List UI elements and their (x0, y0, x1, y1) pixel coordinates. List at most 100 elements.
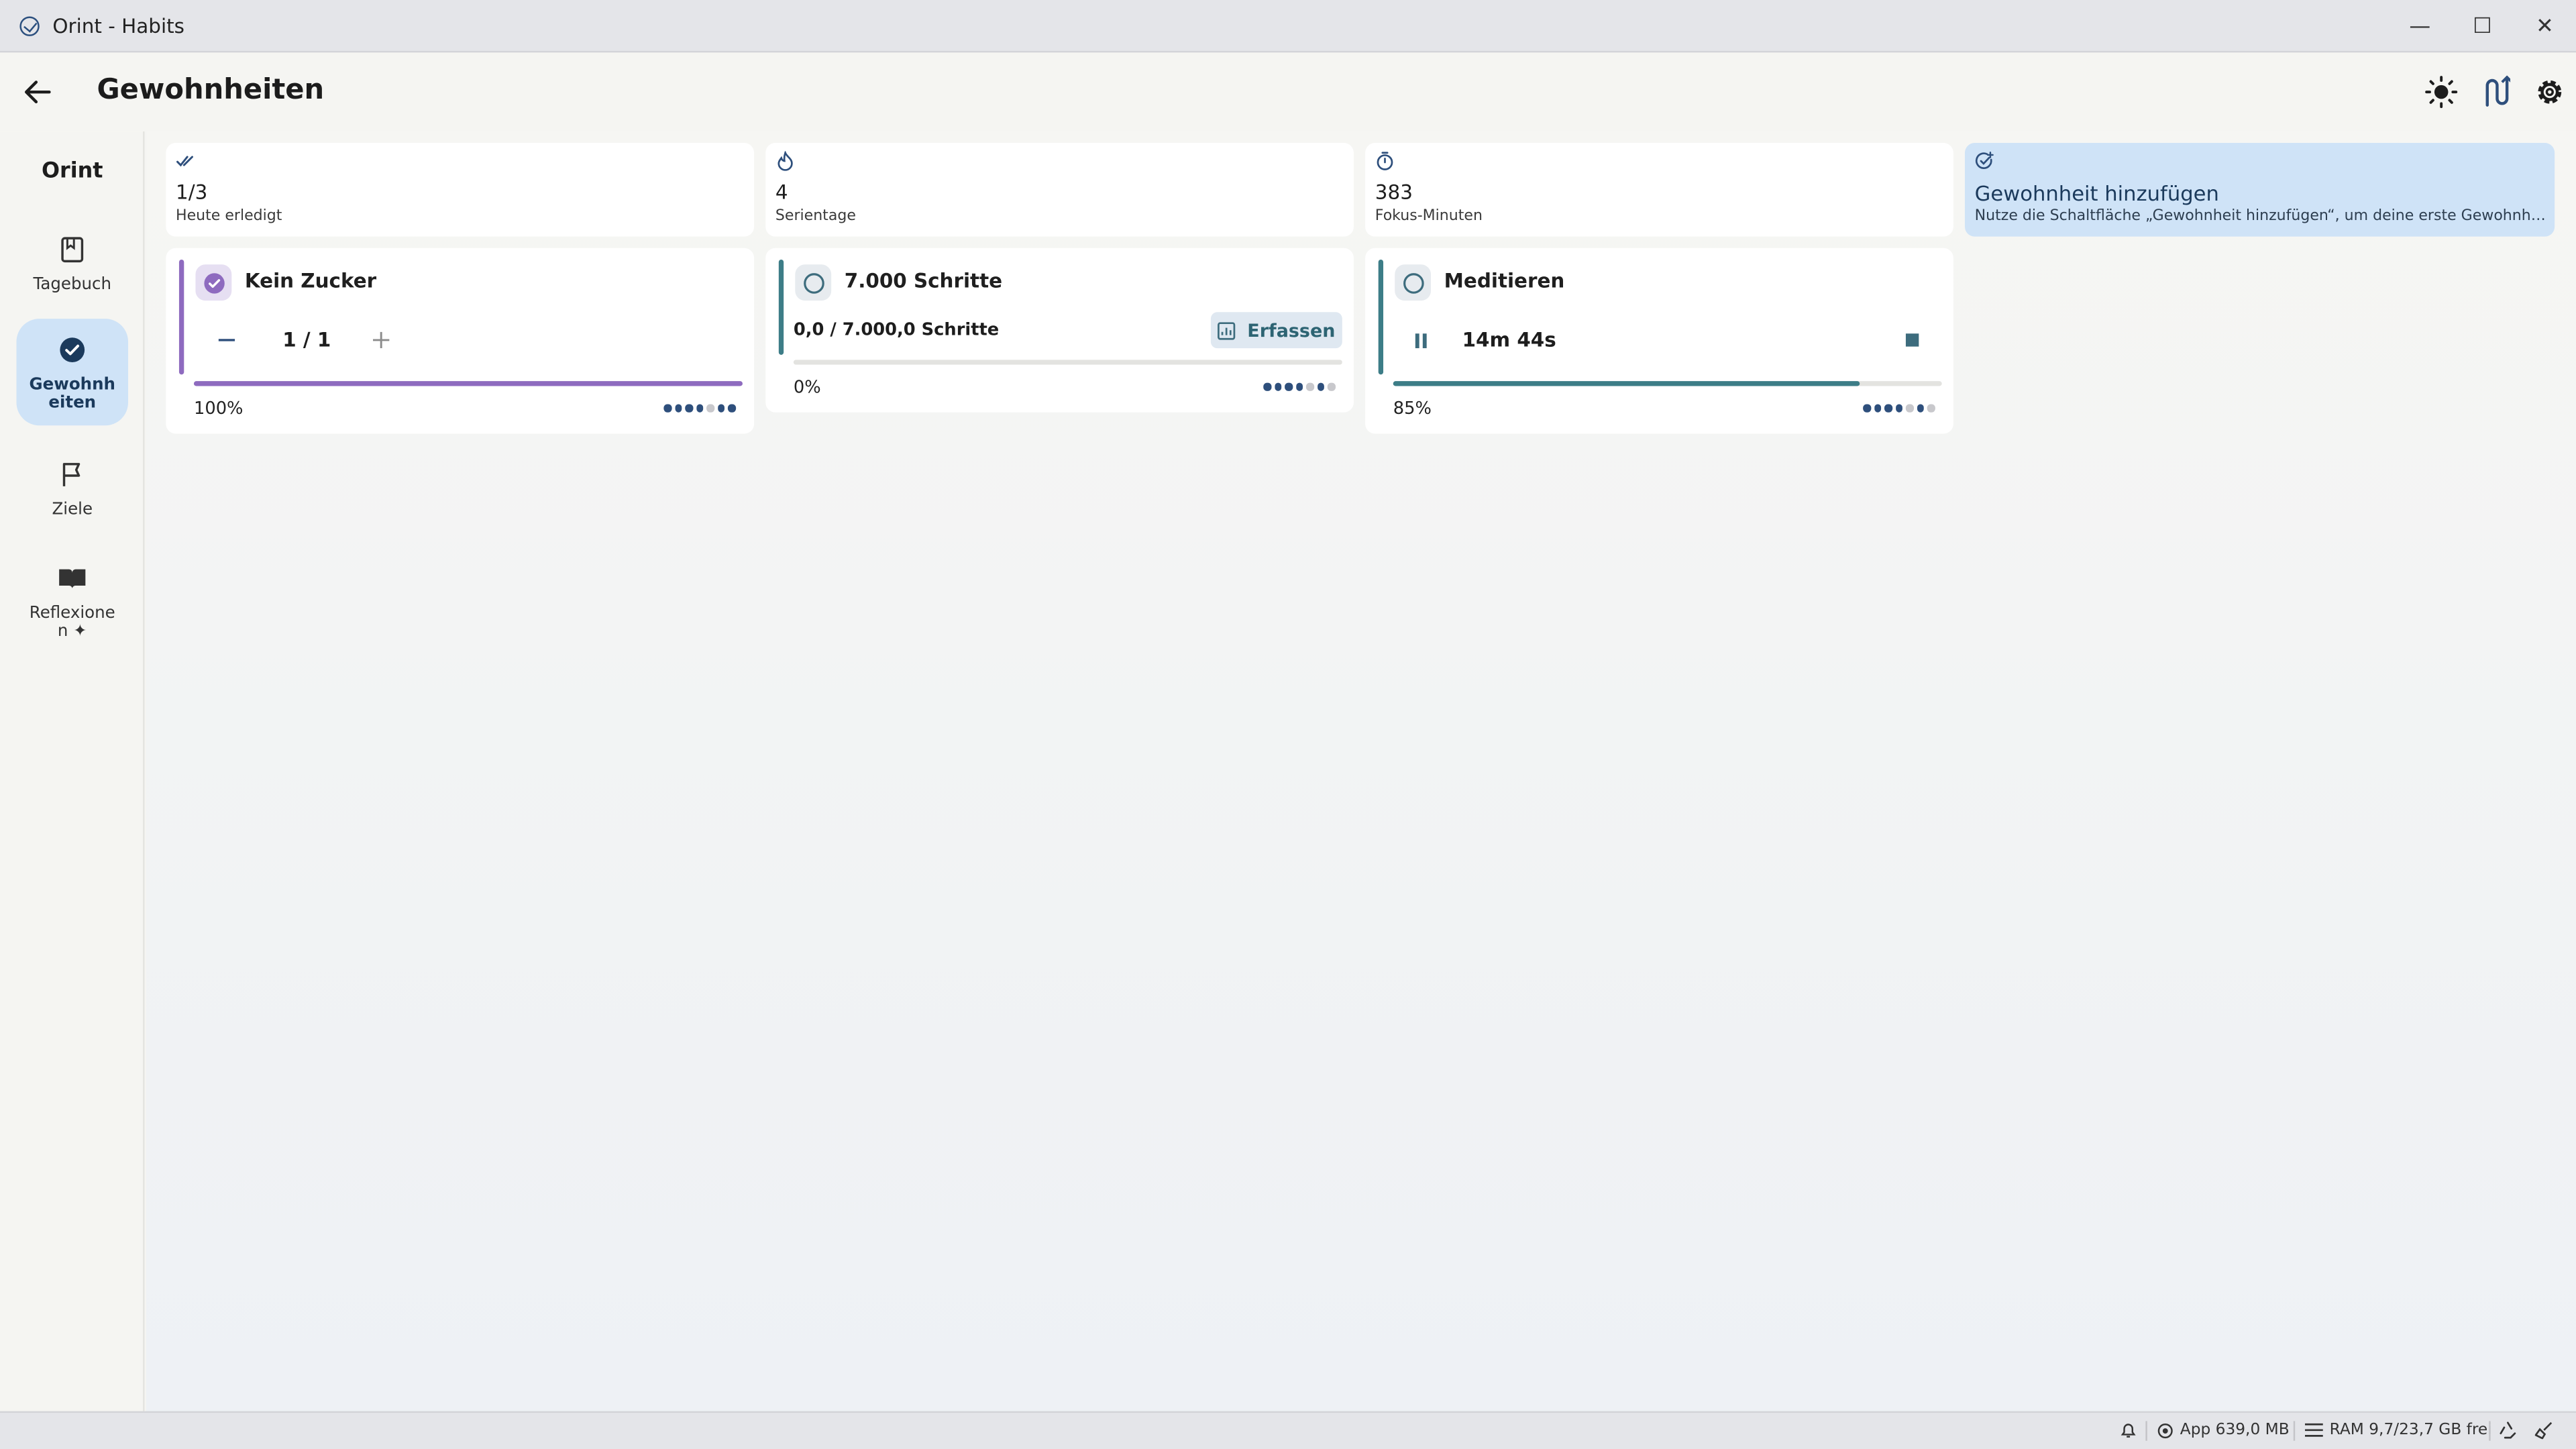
stat-label: Heute erledigt (176, 209, 282, 225)
double-check-icon (176, 156, 194, 167)
habit-card-schritte[interactable]: 7.000 Schritte 0,0 / 7.000,0 Schritte Er… (765, 248, 1354, 413)
history-dot (1263, 382, 1271, 390)
history-dot (1327, 382, 1335, 390)
stop-button[interactable] (1899, 327, 1925, 353)
window-titlebar: Orint - Habits — ☐ ✕ (0, 0, 2576, 53)
history-dot (716, 404, 725, 412)
status-separator (2293, 1421, 2296, 1441)
bell-icon (2121, 1424, 2136, 1438)
history-dot (1905, 404, 1913, 412)
settings-button[interactable] (2530, 72, 2569, 112)
history-dot (706, 404, 714, 412)
increment-button[interactable] (370, 323, 392, 356)
history-dot (674, 404, 682, 412)
sidebar-item-gewohnheiten[interactable]: Gewohnheiten (16, 319, 129, 426)
habit-card-meditieren[interactable]: Meditieren 14m 44s 85% (1365, 248, 1953, 434)
chart-icon (1218, 321, 1236, 339)
history-dot (663, 404, 672, 412)
habit-title: 7.000 Schritte (844, 269, 1003, 292)
minus-icon (218, 339, 235, 341)
habit-timer: 14m 44s (1462, 328, 1556, 352)
add-check-icon (1975, 152, 1994, 170)
habit-progress-fill (1393, 381, 1860, 386)
minimize-button[interactable]: — (2389, 0, 2451, 52)
log-button[interactable]: Erfassen (1210, 312, 1342, 349)
status-separator (2145, 1421, 2147, 1441)
habit-card-kein-zucker[interactable]: Kein Zucker 1 / 1 100% (166, 248, 755, 434)
habit-percent: 100% (193, 399, 244, 419)
add-habit-title: Gewohnheit hinzufügen (1974, 180, 2219, 206)
habit-accent-bar (778, 259, 784, 355)
decrement-button[interactable] (215, 323, 238, 356)
stop-icon (1905, 333, 1919, 347)
history-dot (1916, 404, 1924, 412)
habit-percent: 0% (793, 378, 821, 398)
habit-progress-bar (793, 360, 1342, 365)
chip-icon (2157, 1422, 2173, 1438)
habit-accent-bar (1378, 259, 1384, 375)
habit-progress-fill (193, 381, 743, 386)
main-content: 1/3 Heute erledigt 4 Serientage 383 Foku… (146, 131, 2576, 1411)
habit-done-toggle[interactable] (795, 264, 832, 301)
habit-amount: 0,0 / 7.000,0 Schritte (793, 320, 1000, 340)
stat-card-today: 1/3 Heute erledigt (166, 143, 755, 237)
pause-button[interactable] (1408, 327, 1434, 353)
app-header: Gewohnheiten (0, 52, 2576, 131)
habit-count: 1 / 1 (282, 328, 331, 352)
sidebar-item-label: Gewohnheiten (29, 376, 116, 413)
close-button[interactable]: ✕ (2514, 0, 2576, 52)
window-title: Orint - Habits (52, 13, 184, 38)
habit-title: Kein Zucker (244, 269, 377, 292)
habit-done-toggle[interactable] (1395, 264, 1432, 301)
history-dot (1274, 382, 1282, 390)
stat-label: Serientage (775, 209, 856, 225)
sidebar-item-reflexionen[interactable]: Reflexionen ✦ (16, 547, 128, 646)
arrow-left-icon (24, 80, 51, 104)
history-dot (1863, 404, 1871, 412)
sidebar-item-tagebuch[interactable]: Tagebuch (16, 219, 128, 307)
brand-logo-text: Orint (41, 159, 103, 184)
add-habit-card[interactable]: Gewohnheit hinzufügen Nutze die Schaltfl… (1964, 143, 2555, 237)
sidebar-item-label: Tagebuch (33, 276, 112, 294)
habit-history-dots (1863, 404, 1935, 412)
sidebar: Orint Tagebuch Gewohnheiten Ziele Reflex… (0, 131, 145, 1411)
stat-value: 1/3 (176, 180, 208, 204)
check-circle-icon (203, 272, 224, 293)
history-dot (1305, 382, 1313, 390)
history-dot (1874, 404, 1882, 412)
history-dot (1295, 382, 1303, 390)
stat-label: Fokus-Minuten (1375, 209, 1483, 225)
history-dot (1884, 404, 1892, 412)
maximize-button[interactable]: ☐ (2451, 0, 2514, 52)
route-icon (2485, 75, 2511, 107)
sweep-button[interactable] (2534, 1421, 2553, 1440)
empty-circle-icon (1402, 272, 1424, 293)
sidebar-item-ziele[interactable]: Ziele (16, 443, 128, 525)
status-separator (2489, 1421, 2491, 1441)
habit-accent-bar (178, 259, 184, 375)
theme-toggle-button[interactable] (2422, 72, 2461, 112)
recycle-icon (2500, 1421, 2516, 1439)
back-button[interactable] (19, 72, 56, 112)
route-button[interactable] (2476, 72, 2516, 112)
stat-card-streak: 4 Serientage (765, 143, 1354, 237)
habit-progress-bar (1393, 381, 1942, 386)
app-memory-text: App 639,0 MB (2180, 1421, 2290, 1440)
sidebar-item-label: Ziele (52, 500, 93, 519)
check-circle-icon (60, 337, 85, 363)
open-book-icon (59, 569, 86, 588)
stopwatch-icon (1377, 152, 1393, 170)
status-bar: App 639,0 MB RAM 9,7/23,7 GB frei (0, 1411, 2576, 1449)
ram-usage: RAM 9,7/23,7 GB frei (2304, 1421, 2492, 1440)
ram-usage-text: RAM 9,7/23,7 GB frei (2329, 1421, 2492, 1440)
stat-card-focus: 383 Fokus-Minuten (1365, 143, 1953, 237)
notifications-button[interactable] (2119, 1421, 2137, 1439)
page-title: Gewohnheiten (97, 74, 325, 107)
pause-icon (1415, 332, 1427, 347)
recycle-button[interactable] (2499, 1421, 2517, 1439)
history-dot (1285, 382, 1293, 390)
memory-icon (2304, 1423, 2323, 1437)
stat-value: 383 (1375, 180, 1413, 204)
add-habit-hint: Nutze die Schaltfläche „Gewohnheit hinzu… (1974, 209, 2550, 225)
habit-done-toggle[interactable] (195, 264, 232, 301)
